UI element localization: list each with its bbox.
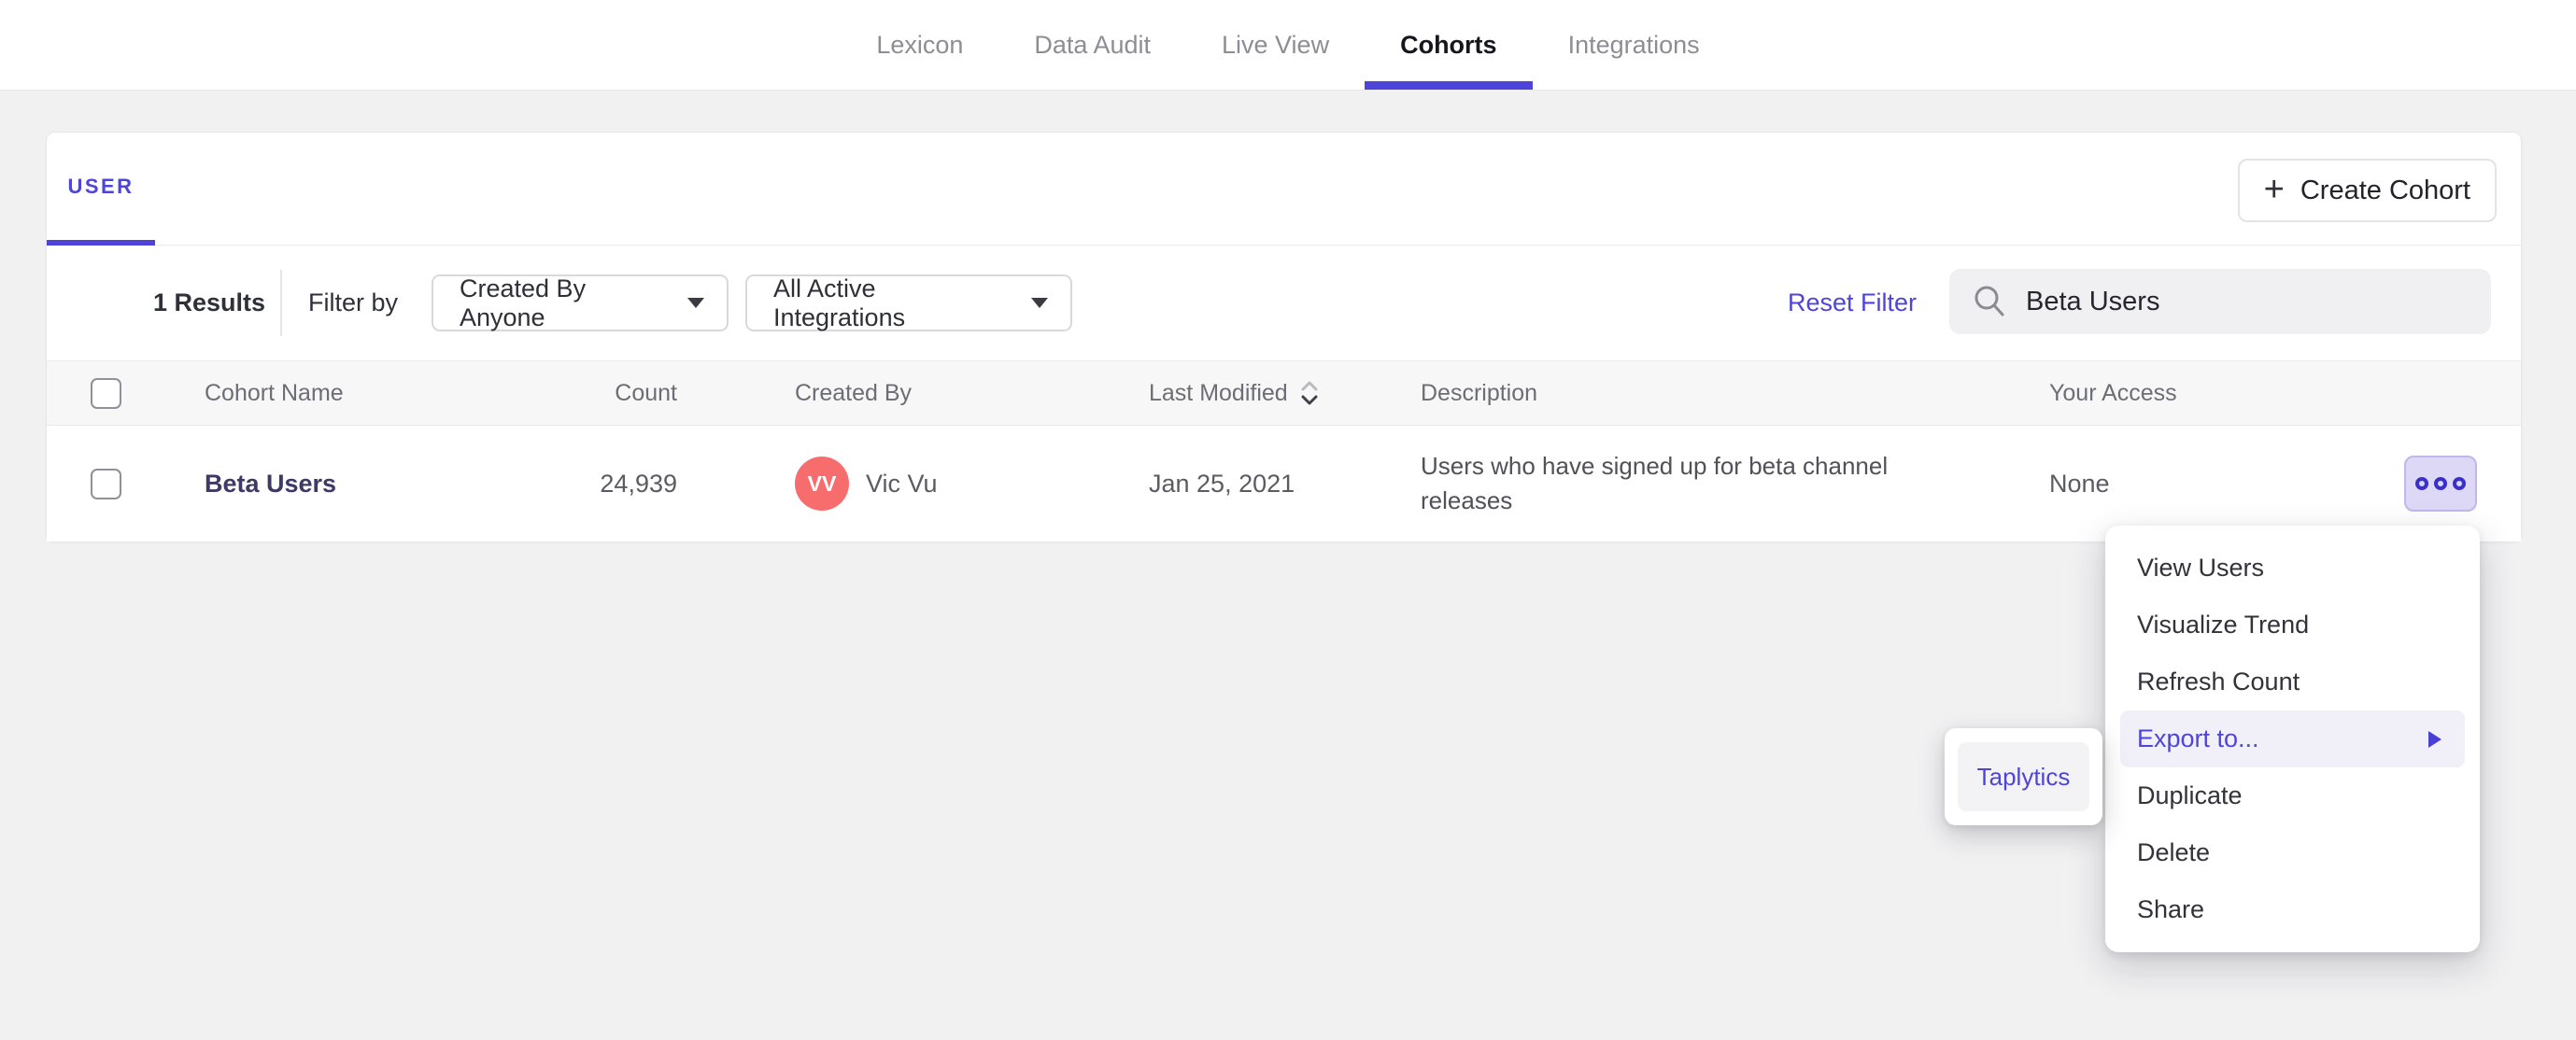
cohort-count: 24,939	[600, 469, 677, 498]
caret-down-icon	[687, 298, 704, 308]
nav-tab-label: Live View	[1222, 30, 1330, 59]
col-header-description: Description	[1421, 379, 1538, 406]
row-context-menu: View Users Visualize Trend Refresh Count…	[2105, 526, 2480, 952]
more-options-icon	[2453, 477, 2466, 490]
filter-by-label: Filter by	[308, 288, 399, 316]
create-cohort-button[interactable]: + Create Cohort	[2237, 159, 2497, 222]
your-access-value: None	[2049, 469, 2110, 498]
submenu-item-taplytics[interactable]: Taplytics	[1958, 742, 2089, 811]
search-input[interactable]	[2026, 286, 2469, 317]
table-row: Beta Users 24,939 VV Vic Vu Jan 25, 2021…	[47, 426, 2521, 541]
nav-tab-integrations[interactable]: Integrations	[1533, 0, 1735, 90]
menu-item-label: Share	[2137, 895, 2205, 923]
cohort-search[interactable]	[1949, 269, 2491, 334]
menu-item-delete[interactable]: Delete	[2120, 824, 2465, 881]
created-by-cell: VV Vic Vu	[795, 457, 1149, 511]
more-options-icon	[2434, 477, 2447, 490]
menu-item-label: Duplicate	[2137, 781, 2243, 809]
nav-tab-label: Lexicon	[876, 30, 964, 59]
menu-item-view-users[interactable]: View Users	[2120, 540, 2465, 597]
header-checkbox-cell	[47, 377, 205, 409]
col-header-count[interactable]: Count	[615, 380, 677, 407]
cohort-type-tabs: USER + Create Cohort	[47, 133, 2521, 246]
menu-item-label: Delete	[2137, 838, 2211, 866]
select-all-checkbox[interactable]	[91, 377, 121, 409]
cohort-name-link[interactable]: Beta Users	[205, 470, 513, 499]
plus-icon: +	[2263, 169, 2285, 209]
integrations-dropdown[interactable]: All Active Integrations	[745, 274, 1072, 331]
col-header-last-modified[interactable]: Last Modified	[1149, 379, 1421, 407]
more-options-button[interactable]	[2404, 456, 2477, 512]
active-tab-indicator	[1365, 81, 1533, 90]
cohorts-card: USER + Create Cohort 1 Results Filter by…	[46, 132, 2522, 542]
nav-tab-data-audit[interactable]: Data Audit	[998, 0, 1186, 90]
created-by-name: Vic Vu	[866, 469, 938, 498]
col-header-your-access: Your Access	[2049, 379, 2177, 406]
menu-item-duplicate[interactable]: Duplicate	[2120, 767, 2465, 824]
table-header: Cohort Name Count Created By Last Modifi…	[47, 360, 2521, 426]
menu-item-label: Visualize Trend	[2137, 611, 2310, 639]
search-icon	[1974, 286, 2004, 316]
avatar: VV	[795, 457, 849, 511]
cohort-description: Users who have signed up for beta channe…	[1421, 452, 1889, 514]
vertical-divider	[280, 270, 282, 336]
menu-item-refresh-count[interactable]: Refresh Count	[2120, 654, 2465, 710]
reset-filter-link[interactable]: Reset Filter	[1788, 246, 1917, 360]
row-checkbox[interactable]	[91, 468, 121, 499]
caret-down-icon	[1031, 298, 1048, 308]
created-by-dropdown-value: Created By Anyone	[460, 274, 587, 331]
results-count: 1 Results	[153, 288, 266, 316]
more-options-icon	[2415, 477, 2428, 490]
tab-user[interactable]: USER	[47, 133, 155, 246]
row-checkbox-cell	[47, 468, 205, 499]
tab-user-label: USER	[67, 174, 134, 198]
nav-tab-label: Integrations	[1567, 30, 1700, 59]
last-modified-value: Jan 25, 2021	[1149, 469, 1295, 498]
col-header-created-by[interactable]: Created By	[795, 380, 1149, 407]
filter-toolbar: 1 Results Filter by Created By Anyone Al…	[47, 246, 2521, 360]
submenu-arrow-icon	[2428, 730, 2442, 748]
nav-tab-lexicon[interactable]: Lexicon	[841, 0, 998, 90]
menu-item-export-to[interactable]: Export to...	[2120, 710, 2465, 767]
top-navigation: Lexicon Data Audit Live View Cohorts Int…	[0, 0, 2576, 91]
created-by-dropdown[interactable]: Created By Anyone	[432, 274, 729, 331]
menu-item-share[interactable]: Share	[2120, 881, 2465, 938]
your-access-cell: None	[2049, 456, 2521, 512]
menu-item-label: View Users	[2137, 554, 2265, 582]
nav-tab-live-view[interactable]: Live View	[1186, 0, 1365, 90]
integrations-dropdown-value: All Active Integrations	[773, 274, 906, 331]
sort-icon	[1301, 381, 1318, 405]
col-header-cohort-name[interactable]: Cohort Name	[205, 380, 513, 407]
submenu-item-label: Taplytics	[1976, 762, 2071, 791]
menu-item-label: Refresh Count	[2137, 668, 2300, 696]
nav-tab-label: Cohorts	[1400, 30, 1497, 59]
nav-tab-cohorts[interactable]: Cohorts	[1365, 0, 1533, 90]
menu-item-visualize-trend[interactable]: Visualize Trend	[2120, 597, 2465, 654]
create-cohort-label: Create Cohort	[2300, 175, 2470, 205]
menu-item-label: Export to...	[2137, 724, 2259, 752]
last-modified-label: Last Modified	[1149, 379, 1288, 406]
export-submenu: Taplytics	[1945, 728, 2102, 825]
nav-tab-label: Data Audit	[1034, 30, 1151, 59]
